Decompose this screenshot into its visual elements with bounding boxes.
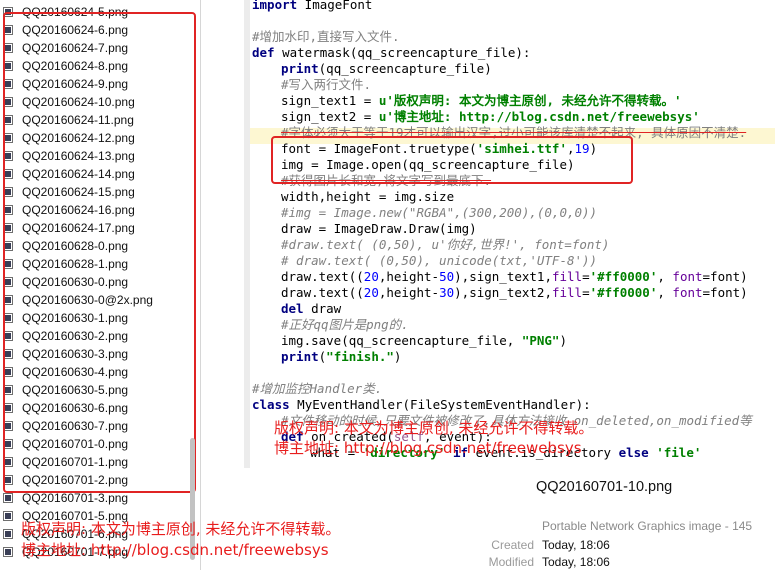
code-line-4: def watermask(qq_screencapture_file): [252,45,530,61]
code-text: (qq_screencapture_file) [318,61,492,76]
code-editor[interactable]: import ImageFont #增加水印,直接写入文件. def water… [244,0,775,468]
highlight-box-code [271,136,633,184]
code-line-20: del draw [281,301,341,317]
function-name: watermask [274,45,350,60]
code-text: draw.text(( [281,285,364,300]
keyword: def [252,45,275,60]
code-text: ) [393,349,402,364]
string-literal: u'博主地址: http://blog.csdn.net/freewebsys' [378,109,700,124]
watermark-copyright-code: 版权声明: 本文为博主原创, 未经允许不得转载。 [274,419,594,437]
code-text: ),sign_text1, [454,269,552,284]
keyword: else [618,445,649,460]
keyword-argument: fill [551,269,583,284]
png-file-icon [3,529,13,539]
code-text: ),sign_text2, [454,285,552,300]
created-label: Created [491,538,534,552]
modified-value: Today, 18:06 [542,555,610,569]
editor-gutter [244,0,250,468]
preview-file-kind: Portable Network Graphics image - 145 [542,519,753,533]
file-list-pane: QQ20160624-5.png QQ20160624-6.png QQ201606… [0,0,201,570]
highlight-box-file-list [3,12,196,493]
code-line-3: #增加水印,直接写入文件. [252,29,400,45]
comment: #写入两行文件. [281,77,372,92]
comment: #增加水印,直接写入文件. [252,29,400,44]
string-literal: '#ff0000' [589,269,658,284]
modified-label: Modified [488,555,534,569]
comment: #draw.text( (0,50), u'你好,世界!', font=font… [281,237,610,252]
png-file-icon [3,493,13,503]
code-line-25: #增加监控Handler类. [252,381,382,397]
png-file-icon [3,511,13,521]
code-text: draw.text(( [281,269,364,284]
code-text: sign_text1 = [281,93,379,108]
watermark-address-bottom: 博主地址: http://blog.csdn.net/freewebsys [21,541,329,559]
string-literal: u'版权声明: 本文为博主原创, 未经允许不得转载。' [378,93,682,108]
keyword: import [252,0,298,12]
code-text: , [657,269,673,284]
code-text: =font) [702,269,748,284]
comment: # draw.text( (0,50), unicode(txt,'UTF-8'… [281,253,598,268]
string-literal: 'file' [648,445,702,460]
keyword-argument: font [672,285,703,300]
keyword: print [281,349,319,364]
comment: #增加监控Handler类. [252,381,383,396]
code-line-8: sign_text2 = u'博主地址: http://blog.csdn.ne… [281,109,700,125]
code-text: =font) [702,285,748,300]
number-literal: 20 [363,285,379,300]
code-text: ) [559,333,567,348]
keyword-argument: font [672,269,703,284]
string-literal: '#ff0000' [589,285,658,300]
code-text: img.save(qq_screencapture_file, [281,333,522,348]
code-line-5: print(qq_screencapture_file) [281,61,492,77]
code-line-23: print("finish.") [281,349,401,365]
comment: #正好qq图片是png的. [281,317,409,332]
code-text: draw = ImageDraw.Draw(img) [281,221,477,236]
code-text: = [582,269,590,284]
watermark-address-code: 博主地址: http://blog.csdn.net/freewebsys [274,439,582,457]
code-line-18: draw.text((20,height-50),sign_text1,fill… [281,269,748,285]
watermark-copyright-bottom: 版权声明: 本文为博主原创, 未经允许不得转载。 [21,520,341,538]
code-text: ,height- [378,285,440,300]
code-line-21: #正好qq图片是png的. [281,317,409,333]
code-text: ImageFont [297,0,373,12]
code-line-6: #写入两行文件. [281,77,371,93]
code-text: MyEventHandler(FileSystemEventHandler): [289,397,591,412]
string-literal: "PNG" [521,333,560,348]
comment: #img = Image.new("RGBA",(300,200),(0,0,0… [281,205,598,220]
keyword-argument: fill [551,285,583,300]
code-line-16: #draw.text( (0,50), u'你好,世界!', font=font… [281,237,609,253]
code-text: = [582,285,590,300]
code-text: width,height = img.size [281,189,455,204]
code-line-14: #img = Image.new("RGBA",(300,200),(0,0,0… [281,205,597,221]
string-literal: "finish." [326,349,394,364]
code-text: , [657,285,673,300]
preview-file-name: QQ20160701-10.png [536,479,673,495]
png-file-icon [3,547,13,557]
code-line-19: draw.text((20,height-30),sign_text2,fill… [281,285,748,301]
keyword: print [281,61,319,76]
code-text: draw [303,301,342,316]
keyword: class [252,397,290,412]
code-line-15: draw = ImageDraw.Draw(img) [281,221,477,237]
number-literal: 20 [363,269,379,284]
code-line-7: sign_text1 = u'版权声明: 本文为博主原创, 未经允许不得转载。' [281,93,682,109]
number-literal: 50 [439,269,455,284]
keyword: del [281,301,304,316]
code-line-1: import ImageFont [252,0,372,13]
code-line-22: img.save(qq_screencapture_file, "PNG") [281,333,567,349]
code-text: (qq_screencapture_file): [349,45,531,60]
code-line-26: class MyEventHandler(FileSystemEventHand… [252,397,591,413]
number-literal: 30 [439,285,455,300]
created-value: Today, 18:06 [542,538,610,552]
code-line-13: width,height = img.size [281,189,454,205]
code-text: ,height- [378,269,440,284]
code-text: sign_text2 = [281,109,379,124]
code-line-17: # draw.text( (0,50), unicode(txt,'UTF-8'… [281,253,597,269]
